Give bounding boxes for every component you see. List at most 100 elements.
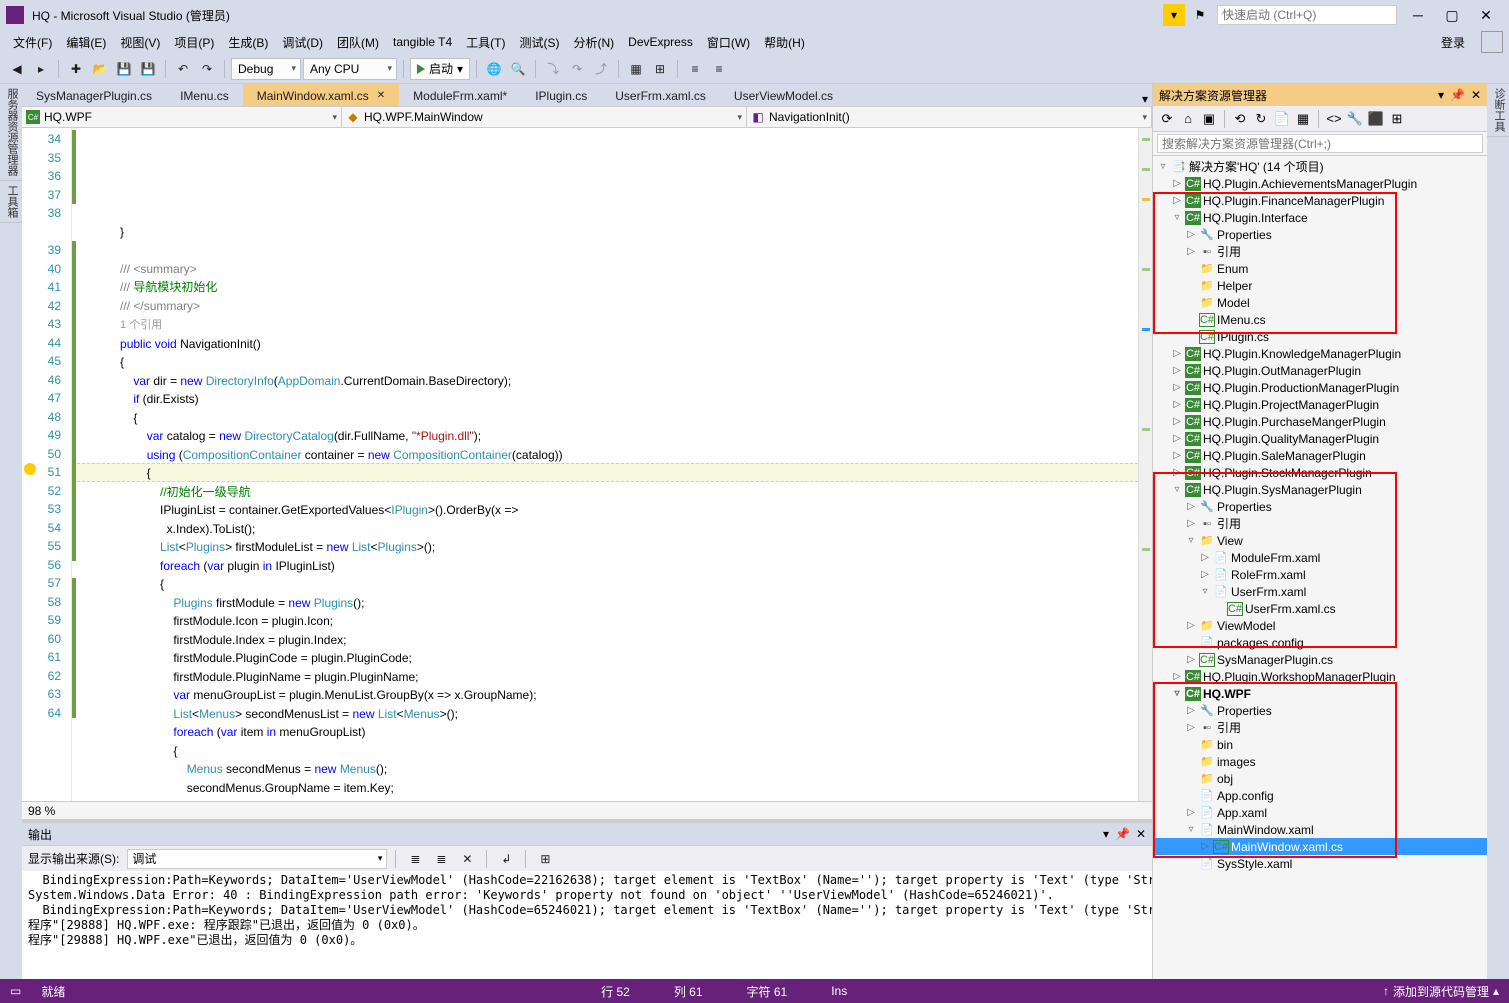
tree-node[interactable]: 📄SysStyle.xaml [1153,855,1487,872]
tree-node[interactable]: ▷📁ViewModel [1153,617,1487,634]
tree-node[interactable]: ▿C#HQ.WPF [1153,685,1487,702]
sync-icon[interactable]: ⟲ [1230,109,1250,129]
doc-tab[interactable]: IMenu.cs [166,84,243,106]
tree-node[interactable]: 📁Helper [1153,277,1487,294]
tree-node[interactable]: ▷C#HQ.Plugin.QualityManagerPlugin [1153,430,1487,447]
menu-item[interactable]: 视图(V) [113,34,167,51]
tree-node[interactable]: ▷C#HQ.Plugin.ProjectManagerPlugin [1153,396,1487,413]
tree-node[interactable]: ▷C#HQ.Plugin.PurchaseMangerPlugin [1153,413,1487,430]
doc-tab[interactable]: IPlugin.cs [521,84,601,106]
menu-item[interactable]: 工具(T) [459,34,512,51]
output-source-dropdown[interactable]: 调试 [127,849,387,869]
tree-node[interactable]: ▷▪▫引用 [1153,243,1487,260]
preview-icon[interactable]: 🔧 [1345,109,1365,129]
tool-icon[interactable]: ⊞ [534,848,556,870]
new-project-icon[interactable]: ✚ [65,58,87,80]
tree-node[interactable]: 📁obj [1153,770,1487,787]
tree-node[interactable]: 📁Model [1153,294,1487,311]
pin-icon[interactable]: 📌 [1450,88,1465,102]
nav-back-icon[interactable]: ◀ [6,58,28,80]
tree-node[interactable]: ▷🔧Properties [1153,226,1487,243]
minimize-button[interactable]: ─ [1401,4,1435,26]
doc-tab[interactable]: UserViewModel.cs [720,84,847,106]
open-icon[interactable]: 📂 [89,58,111,80]
start-debug-button[interactable]: 启动 ▾ [410,58,470,80]
save-all-icon[interactable]: 💾 [137,58,159,80]
nav-fwd-icon[interactable]: ▸ [30,58,52,80]
clear-icon[interactable]: ✕ [456,848,478,870]
tree-node[interactable]: 📄packages.config [1153,634,1487,651]
close-button[interactable]: ✕ [1469,4,1503,26]
menu-item[interactable]: 窗口(W) [700,34,757,51]
scroll-marks[interactable] [1138,128,1152,801]
doc-tab[interactable]: MainWindow.xaml.cs✕ [243,84,399,106]
code-editor[interactable]: 3435363738394041424344454647484950515253… [22,128,1152,801]
menu-item[interactable]: 文件(F) [6,34,59,51]
member-dropdown[interactable]: ◧NavigationInit() [747,107,1152,127]
doc-tab[interactable]: ModuleFrm.xaml* [399,84,521,106]
tree-node[interactable]: ▿📄MainWindow.xaml [1153,821,1487,838]
login-link[interactable]: 登录 [1434,34,1475,51]
tool-icon[interactable]: ⊞ [649,58,671,80]
quick-launch-input[interactable] [1217,5,1397,25]
properties-icon[interactable]: <> [1324,109,1344,129]
menu-item[interactable]: 编辑(E) [59,34,113,51]
tree-node[interactable]: ▷C#HQ.Plugin.OutManagerPlugin [1153,362,1487,379]
tool-icon[interactable]: ⊞ [1387,109,1407,129]
undo-icon[interactable]: ↶ [172,58,194,80]
doc-tab[interactable]: UserFrm.xaml.cs [601,84,720,106]
notification-icon[interactable]: ▾ [1163,4,1185,26]
tree-node[interactable]: ▷C#HQ.Plugin.ProductionManagerPlugin [1153,379,1487,396]
tree-node[interactable]: 📁Enum [1153,260,1487,277]
menu-item[interactable]: 项目(P) [167,34,221,51]
menu-item[interactable]: 生成(B) [221,34,275,51]
tree-node[interactable]: ▷🔧Properties [1153,498,1487,515]
tree-node[interactable]: 📁images [1153,753,1487,770]
tree-node[interactable]: ▷C#HQ.Plugin.SaleManagerPlugin [1153,447,1487,464]
save-icon[interactable]: 💾 [113,58,135,80]
tree-node[interactable]: ▿📁View [1153,532,1487,549]
redo-icon[interactable]: ↷ [196,58,218,80]
menu-item[interactable]: 测试(S) [512,34,566,51]
tree-node[interactable]: ▿📄UserFrm.xaml [1153,583,1487,600]
tree-node[interactable]: C#IPlugin.cs [1153,328,1487,345]
goto-icon[interactable]: ≣ [404,848,426,870]
restore-button[interactable]: ▢ [1435,4,1469,26]
tool-icon[interactable]: ≡ [708,58,730,80]
rail-tab[interactable]: 诊断工具 [1487,84,1509,137]
home-icon[interactable]: ⟳ [1157,109,1177,129]
menu-item[interactable]: DevExpress [621,35,700,49]
tab-overflow-icon[interactable]: ▾ [1138,92,1152,106]
tree-node[interactable]: ▷C#HQ.Plugin.FinanceManagerPlugin [1153,192,1487,209]
dropdown-icon[interactable]: ▾ [1438,88,1444,102]
publish-button[interactable]: ↑ 添加到源代码管理 ▴ [1383,983,1499,1000]
tree-node[interactable]: 📁bin [1153,736,1487,753]
goto-icon[interactable]: ≣ [430,848,452,870]
solution-node[interactable]: ▿📑解决方案'HQ' (14 个项目) [1153,158,1487,175]
tree-node[interactable]: ▷C#HQ.Plugin.AchievementsManagerPlugin [1153,175,1487,192]
type-dropdown[interactable]: ◆HQ.WPF.MainWindow [342,107,747,127]
find-icon[interactable]: 🔍 [507,58,529,80]
solexp-search-input[interactable] [1157,134,1483,153]
tool-icon[interactable]: ⬛ [1366,109,1386,129]
code-content[interactable]: } /// <summary> /// 导航模块初始化 /// </summar… [80,223,1138,802]
pin-icon[interactable]: 📌 [1115,827,1130,841]
tree-node[interactable]: ▷📄RoleFrm.xaml [1153,566,1487,583]
rail-tab[interactable]: 工具箱 [0,181,22,223]
dropdown-icon[interactable]: ▾ [1103,827,1109,841]
tree-node[interactable]: ▷C#MainWindow.xaml.cs [1153,838,1487,855]
tool-icon[interactable]: ≡ [684,58,706,80]
wrap-icon[interactable]: ↲ [495,848,517,870]
tree-node[interactable]: ▷C#HQ.Plugin.WorkshopManagerPlugin [1153,668,1487,685]
tree-node[interactable]: ▷C#SysManagerPlugin.cs [1153,651,1487,668]
rail-tab[interactable]: 服务器资源管理器 [0,84,22,181]
tree-node[interactable]: ▷▪▫引用 [1153,515,1487,532]
home-icon[interactable]: ⌂ [1178,109,1198,129]
menu-item[interactable]: 调试(D) [275,34,330,51]
doc-tab[interactable]: SysManagerPlugin.cs [22,84,166,106]
platform-dropdown[interactable]: Any CPU [303,58,397,80]
show-all-icon[interactable]: ▦ [1293,109,1313,129]
lightbulb-icon[interactable] [24,463,36,475]
tree-node[interactable]: C#IMenu.cs [1153,311,1487,328]
tree-node[interactable]: ▷🔧Properties [1153,702,1487,719]
